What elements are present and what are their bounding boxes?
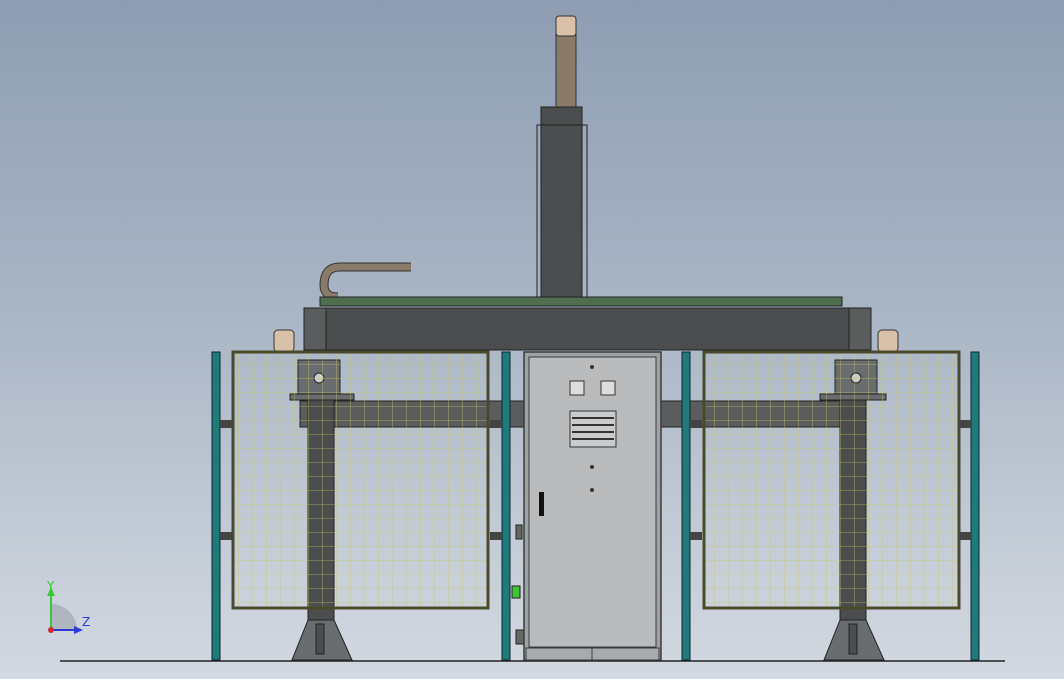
- left-safety-fence-panel: [231, 350, 490, 610]
- cabinet-indicator-left: [569, 380, 585, 396]
- triad-y-label: Y: [47, 579, 55, 593]
- gantry-cross-beam: [303, 296, 872, 351]
- electrical-cabinet: [523, 351, 662, 661]
- cad-viewport[interactable]: Y Z: [0, 0, 1064, 679]
- cabinet-door-handle: [539, 492, 544, 516]
- vertical-mast: [536, 15, 588, 301]
- cabinet-indicator-right: [600, 380, 616, 396]
- pneumatic-fittings: [511, 524, 525, 645]
- gantry-assembly-drawing: [60, 15, 1005, 662]
- right-safety-fence-panel: [702, 350, 961, 610]
- triad-z-label: Z: [82, 615, 91, 629]
- coordinate-triad: Y Z: [38, 578, 108, 638]
- cabinet-vent: [569, 410, 617, 448]
- cable-hook: [319, 262, 411, 302]
